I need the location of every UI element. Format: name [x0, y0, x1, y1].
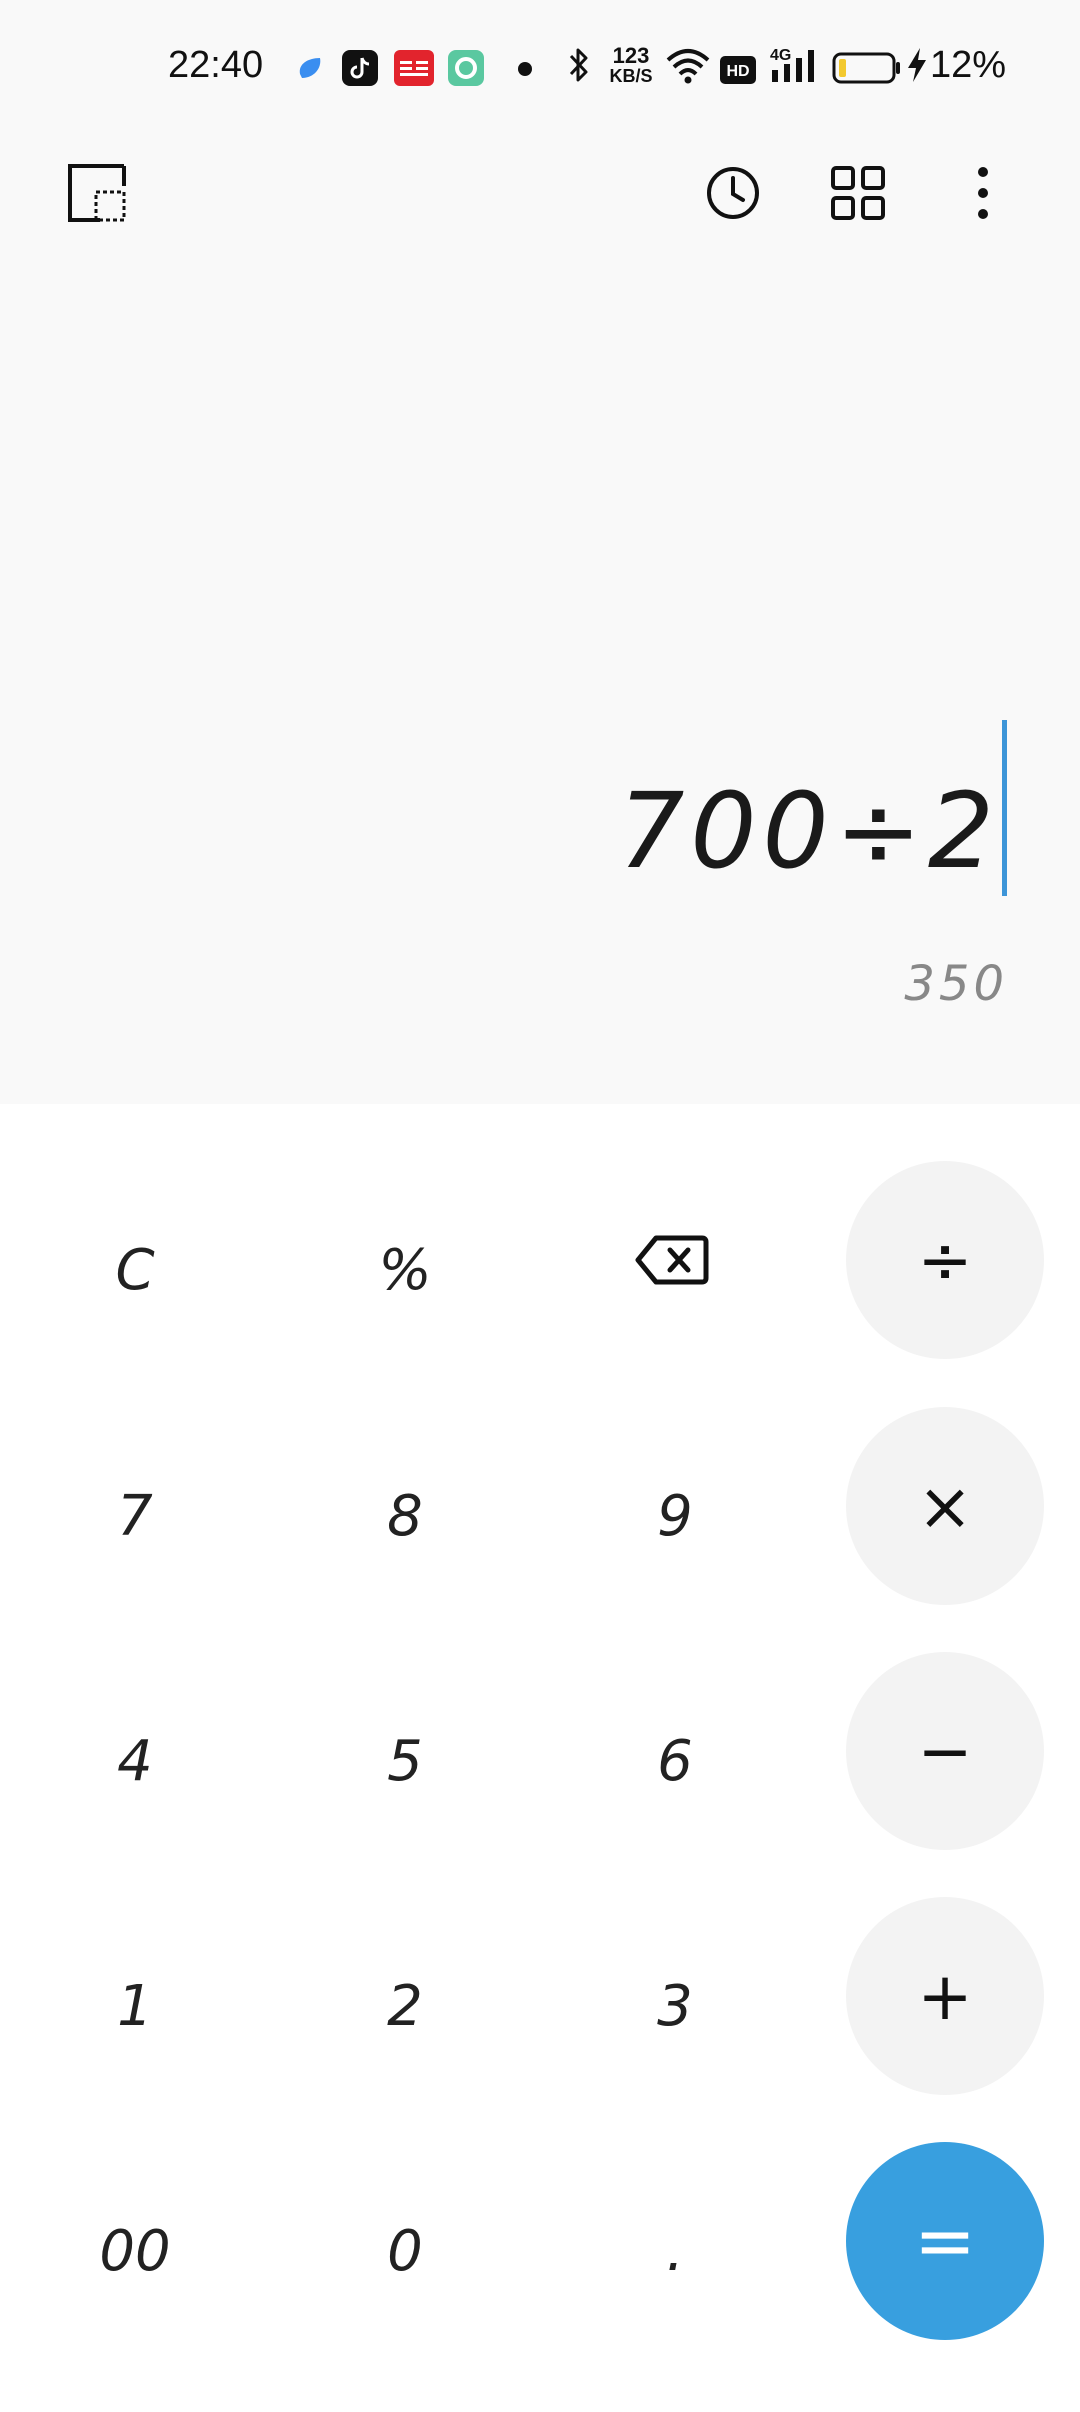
more-icon[interactable] [950, 160, 1016, 226]
grid-icon[interactable] [825, 160, 891, 226]
keypad: C % ÷ 7 8 9 × 4 5 6 − 1 2 3 + 00 0 . = [0, 1104, 1080, 2412]
charging-icon [904, 44, 930, 90]
digit-7-button[interactable]: 7 [35, 1416, 235, 1616]
network-speed-value: 123 [612, 43, 650, 68]
toutiao-icon [394, 50, 434, 86]
notification-dot [518, 62, 532, 76]
tiktok-icon [342, 50, 378, 86]
backspace-button[interactable] [572, 1160, 772, 1360]
battery-percent: 12% [930, 44, 1007, 86]
status-bar: 22:40 123 KB/S HD 4G 12% [0, 0, 1080, 140]
clear-button[interactable]: C [35, 1170, 235, 1370]
digit-6-button[interactable]: 6 [575, 1661, 775, 1861]
hd-icon: HD [720, 56, 756, 88]
digit-4-button[interactable]: 4 [35, 1661, 235, 1861]
battery-icon [832, 52, 902, 88]
multiply-button[interactable]: × [846, 1407, 1044, 1605]
digit-2-button[interactable]: 2 [305, 1906, 505, 2106]
double-zero-button[interactable]: 00 [35, 2151, 235, 2351]
digit-9-button[interactable]: 9 [575, 1416, 775, 1616]
network-type: 4G [770, 47, 791, 64]
hd-label: HD [726, 63, 749, 80]
wifi-icon [664, 44, 712, 90]
status-time: 22:40 [168, 44, 264, 86]
bluetooth-icon [566, 44, 592, 90]
digit-8-button[interactable]: 8 [305, 1416, 505, 1616]
signal-icon: 4G [770, 44, 820, 90]
plus-button[interactable]: + [846, 1897, 1044, 2095]
app-blue-icon [292, 50, 328, 86]
minus-button[interactable]: − [846, 1652, 1044, 1850]
network-speed-unit: KB/S [609, 66, 653, 86]
digit-0-button[interactable]: 0 [305, 2151, 505, 2351]
backspace-icon [635, 1235, 709, 1285]
text-cursor [1002, 720, 1007, 896]
decimal-button[interactable]: . [575, 2151, 775, 2351]
network-speed: 123 KB/S [606, 43, 656, 87]
divide-button[interactable]: ÷ [846, 1161, 1044, 1359]
green-app-icon [448, 50, 484, 86]
digit-3-button[interactable]: 3 [575, 1906, 775, 2106]
expression-field[interactable]: 700÷2 [618, 770, 1000, 892]
digit-1-button[interactable]: 1 [35, 1906, 235, 2106]
digit-5-button[interactable]: 5 [305, 1661, 505, 1861]
result-preview: 350 [904, 956, 1008, 1012]
equals-button[interactable]: = [846, 2142, 1044, 2340]
floating-window-icon[interactable] [64, 160, 130, 226]
history-icon[interactable] [700, 160, 766, 226]
percent-button[interactable]: % [305, 1170, 505, 1370]
